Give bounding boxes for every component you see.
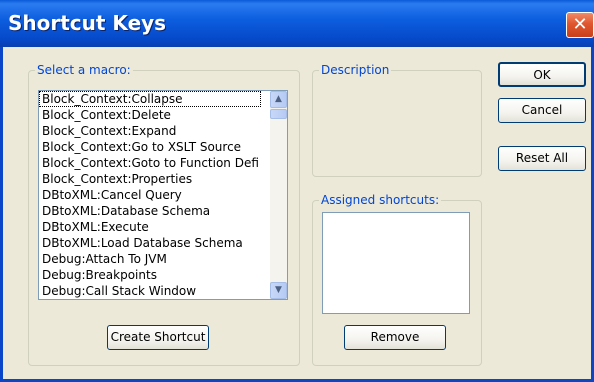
list-item[interactable]: Block_Context:Go to XSLT Source: [39, 139, 261, 155]
title-bar[interactable]: Shortcut Keys ✕: [0, 0, 594, 47]
close-button[interactable]: ✕: [566, 12, 594, 38]
reset-all-label: Reset All: [515, 151, 569, 165]
list-item[interactable]: Block_Context:Collapse: [39, 91, 261, 107]
scroll-down-button[interactable]: ▼: [270, 282, 287, 299]
close-icon: ✕: [572, 14, 588, 35]
chevron-down-icon: ▼: [275, 285, 282, 295]
remove-button[interactable]: Remove: [344, 325, 446, 350]
list-item[interactable]: Debug:Breakpoints: [39, 267, 261, 283]
scroll-thumb[interactable]: [270, 109, 287, 119]
description-label: Description: [319, 63, 392, 77]
remove-label: Remove: [370, 330, 420, 344]
list-item[interactable]: Block_Context:Goto to Function Defi: [39, 155, 261, 171]
list-item[interactable]: Debug:Attach To JVM: [39, 251, 261, 267]
ok-label: OK: [533, 68, 551, 82]
list-item[interactable]: Block_Context:Expand: [39, 123, 261, 139]
list-item[interactable]: DBtoXML:Load Database Schema: [39, 235, 261, 251]
chevron-up-icon: ▲: [275, 94, 282, 104]
window-title: Shortcut Keys: [8, 11, 167, 35]
macro-group-label: Select a macro:: [35, 63, 133, 77]
ok-button[interactable]: OK: [498, 62, 586, 87]
create-shortcut-button[interactable]: Create Shortcut: [107, 325, 209, 350]
description-group: Description: [312, 63, 482, 177]
cancel-button[interactable]: Cancel: [498, 98, 586, 123]
assigned-shortcuts-list[interactable]: [322, 212, 470, 314]
reset-all-button[interactable]: Reset All: [498, 146, 586, 171]
list-item[interactable]: DBtoXML:Execute: [39, 219, 261, 235]
create-shortcut-label: Create Shortcut: [110, 330, 206, 344]
list-item[interactable]: Block_Context:Properties: [39, 171, 261, 187]
macro-listbox[interactable]: Block_Context:Collapse Block_Context:Dele…: [38, 90, 288, 300]
list-item[interactable]: DBtoXML:Database Schema: [39, 203, 261, 219]
macro-list: Block_Context:Collapse Block_Context:Dele…: [39, 91, 287, 300]
list-item[interactable]: Debug:Call Stack Window: [39, 283, 261, 299]
cancel-label: Cancel: [521, 103, 563, 117]
list-item[interactable]: Debug:Output Window: [39, 299, 261, 300]
macro-scrollbar[interactable]: ▲ ▼: [270, 91, 287, 299]
list-item[interactable]: DBtoXML:Cancel Query: [39, 187, 261, 203]
list-item[interactable]: Block_Context:Delete: [39, 107, 261, 123]
assigned-shortcuts-label: Assigned shortcuts:: [319, 193, 442, 207]
scroll-up-button[interactable]: ▲: [270, 91, 287, 108]
